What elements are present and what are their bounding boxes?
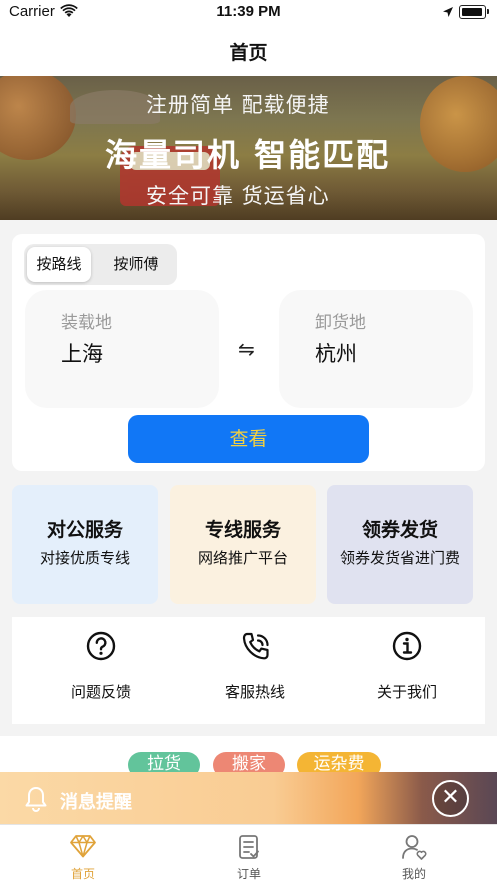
search-mode-segmented-control: 按路线 按师傅 <box>24 244 177 285</box>
tab-home[interactable]: 首页 <box>0 825 166 883</box>
banner-line-1: 注册简单 配载便捷 <box>146 93 330 117</box>
unloading-location-value: 杭州 <box>315 342 357 366</box>
clock: 11:39 PM <box>216 3 281 20</box>
banner-line-3: 安全可靠 货运省心 <box>146 184 330 208</box>
promo-banner[interactable]: 注册简单 配载便捷 海量司机 智能匹配 安全可靠 货运省心 <box>0 76 497 220</box>
question-circle-icon <box>86 631 116 661</box>
diamond-icon <box>70 835 96 858</box>
swap-locations-button[interactable]: ⇋ <box>238 337 255 361</box>
service-title: 对公服务 <box>46 519 123 541</box>
segment-by-driver[interactable]: 按师傅 <box>100 247 172 282</box>
feedback-button[interactable]: 问题反馈 <box>22 617 180 724</box>
info-circle-icon <box>392 631 422 661</box>
service-subtitle: 领券发货省进门费 <box>339 549 460 567</box>
phone-ringing-icon <box>242 632 269 660</box>
tab-orders[interactable]: 订单 <box>166 825 332 883</box>
service-subtitle: 网络推广平台 <box>197 549 288 567</box>
balloon-shape <box>0 76 76 160</box>
about-us-label: 关于我们 <box>376 683 437 701</box>
hotline-label: 客服热线 <box>224 683 285 701</box>
about-us-button[interactable]: 关于我们 <box>328 617 486 724</box>
user-heart-icon <box>402 835 427 860</box>
close-notification-button[interactable]: ✕ <box>432 780 469 817</box>
navigation-bar: 首页 <box>0 26 497 76</box>
battery-icon <box>459 5 489 19</box>
service-title: 领券发货 <box>361 519 438 541</box>
location-arrow-icon <box>443 7 453 17</box>
loading-location-value: 上海 <box>61 342 103 366</box>
service-subtitle: 对接优质专线 <box>39 549 130 567</box>
loading-location-field[interactable]: 装载地 上海 <box>25 290 219 408</box>
notification-banner[interactable]: 消息提醒 ✕ <box>0 772 497 824</box>
tools-row: 问题反馈 客服热线 关于我们 <box>12 617 485 724</box>
tab-orders-label: 订单 <box>236 867 261 881</box>
bell-icon <box>25 787 47 812</box>
service-card-dedicated-line[interactable]: 专线服务 网络推广平台 <box>170 485 316 604</box>
loading-location-label: 装载地 <box>61 313 112 333</box>
category-tags: 拉货 搬家 运杂费 <box>0 736 497 776</box>
service-card-coupon[interactable]: 领券发货 领券发货省进门费 <box>327 485 473 604</box>
service-title: 专线服务 <box>204 519 281 541</box>
page-title: 首页 <box>229 42 268 64</box>
tab-mine-label: 我的 <box>401 867 426 881</box>
status-bar: Carrier 11:39 PM <box>0 0 497 26</box>
balloon-shape <box>420 76 497 172</box>
tab-mine[interactable]: 我的 <box>331 825 497 883</box>
segment-by-route[interactable]: 按路线 <box>27 247 91 282</box>
tab-home-label: 首页 <box>70 867 95 881</box>
hotline-button[interactable]: 客服热线 <box>176 617 334 724</box>
banner-headline: 海量司机 智能匹配 <box>105 136 391 174</box>
tab-bar: 首页 订单 我的 <box>0 824 497 883</box>
feedback-label: 问题反馈 <box>70 683 131 701</box>
service-card-corporate[interactable]: 对公服务 对接优质专线 <box>12 485 158 604</box>
route-search-card: 按路线 按师傅 装载地 上海 ⇋ 卸货地 杭州 查看 <box>12 234 485 471</box>
unloading-location-field[interactable]: 卸货地 杭州 <box>279 290 473 408</box>
order-list-icon <box>239 835 259 859</box>
view-button[interactable]: 查看 <box>128 415 369 463</box>
notification-text: 消息提醒 <box>60 792 132 813</box>
unloading-location-label: 卸货地 <box>315 313 366 333</box>
